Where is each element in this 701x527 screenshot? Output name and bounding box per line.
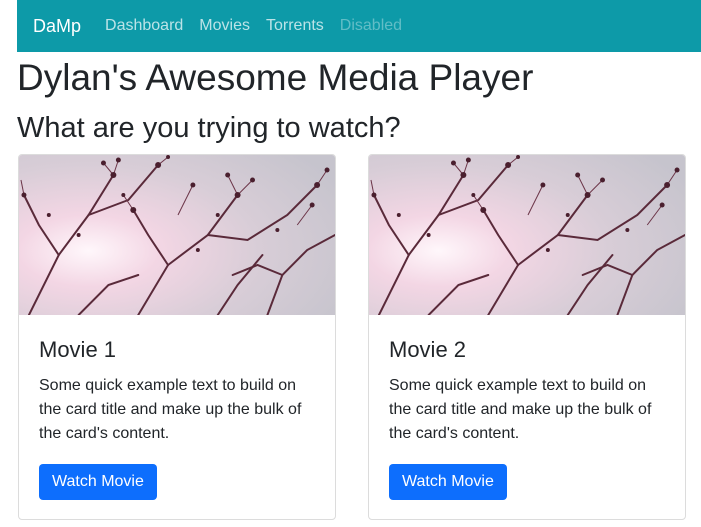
card-text: Some quick example text to build on the … [39,377,302,442]
movie-card: Movie 2 Some quick example text to build… [368,154,686,520]
card-title: Movie 1 [39,337,117,362]
nav-link-movies[interactable]: Movies [199,17,250,35]
card-text: Some quick example text to build on the … [389,377,652,442]
blossom-branches-image [19,155,335,315]
card-body: Movie 2 Some quick example text to build… [389,315,665,500]
brand-logo[interactable]: DaMp [33,16,81,37]
card-body: Movie 1 Some quick example text to build… [39,315,315,500]
blossom-branches-image [369,155,685,315]
watch-movie-button[interactable]: Watch Movie [389,464,507,500]
movie-card: Movie 1 Some quick example text to build… [18,154,336,520]
page-subtitle: What are you trying to watch? [17,112,401,144]
watch-movie-button[interactable]: Watch Movie [39,464,157,500]
card-title: Movie 2 [389,337,467,362]
nav-link-torrents[interactable]: Torrents [266,17,324,35]
top-navbar: DaMp Dashboard Movies Torrents Disabled [17,0,701,52]
nav-links: Dashboard Movies Torrents Disabled [105,17,402,35]
nav-link-disabled: Disabled [339,17,403,34]
page-title: Dylan's Awesome Media Player [17,57,534,98]
nav-link-dashboard[interactable]: Dashboard [105,17,183,35]
